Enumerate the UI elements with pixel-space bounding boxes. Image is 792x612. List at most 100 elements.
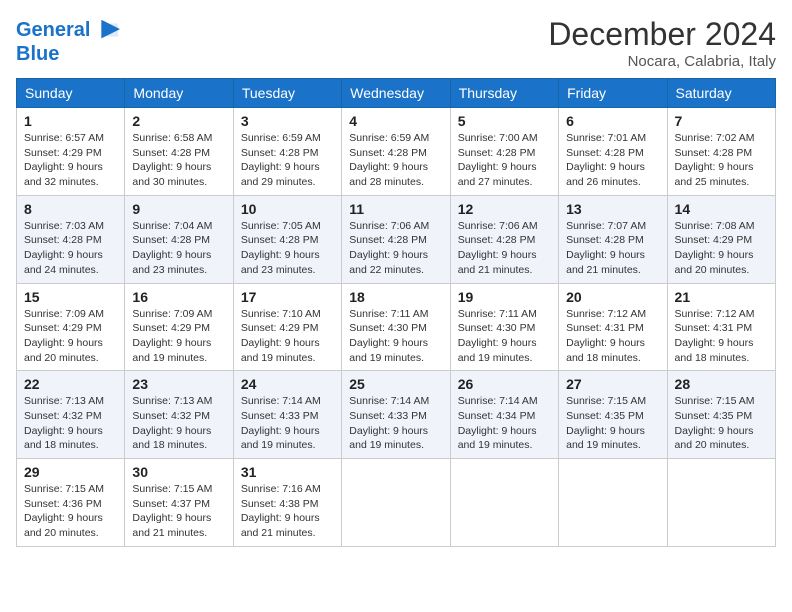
day-info: Sunrise: 7:15 AM Sunset: 4:36 PM Dayligh… <box>24 482 117 541</box>
day-number: 31 <box>241 464 334 480</box>
calendar-cell: 13 Sunrise: 7:07 AM Sunset: 4:28 PM Dayl… <box>559 195 667 283</box>
calendar-cell: 30 Sunrise: 7:15 AM Sunset: 4:37 PM Dayl… <box>125 459 233 547</box>
calendar-cell: 16 Sunrise: 7:09 AM Sunset: 4:29 PM Dayl… <box>125 283 233 371</box>
calendar-cell: 2 Sunrise: 6:58 AM Sunset: 4:28 PM Dayli… <box>125 108 233 196</box>
weekday-header-wednesday: Wednesday <box>342 79 450 108</box>
day-number: 7 <box>675 113 768 129</box>
day-info: Sunrise: 6:58 AM Sunset: 4:28 PM Dayligh… <box>132 131 225 190</box>
day-number: 8 <box>24 201 117 217</box>
day-number: 26 <box>458 376 551 392</box>
day-info: Sunrise: 7:16 AM Sunset: 4:38 PM Dayligh… <box>241 482 334 541</box>
day-number: 10 <box>241 201 334 217</box>
calendar-week-1: 1 Sunrise: 6:57 AM Sunset: 4:29 PM Dayli… <box>17 108 776 196</box>
calendar-cell: 4 Sunrise: 6:59 AM Sunset: 4:28 PM Dayli… <box>342 108 450 196</box>
calendar-cell: 19 Sunrise: 7:11 AM Sunset: 4:30 PM Dayl… <box>450 283 558 371</box>
calendar-cell <box>559 459 667 547</box>
day-number: 22 <box>24 376 117 392</box>
day-info: Sunrise: 7:13 AM Sunset: 4:32 PM Dayligh… <box>132 394 225 453</box>
day-number: 30 <box>132 464 225 480</box>
month-title: December 2024 <box>548 16 776 53</box>
weekday-header-thursday: Thursday <box>450 79 558 108</box>
day-number: 3 <box>241 113 334 129</box>
day-number: 17 <box>241 289 334 305</box>
weekday-header-saturday: Saturday <box>667 79 775 108</box>
day-info: Sunrise: 7:14 AM Sunset: 4:33 PM Dayligh… <box>241 394 334 453</box>
day-info: Sunrise: 6:59 AM Sunset: 4:28 PM Dayligh… <box>241 131 334 190</box>
calendar-cell <box>450 459 558 547</box>
title-block: December 2024 Nocara, Calabria, Italy <box>548 16 776 70</box>
day-number: 1 <box>24 113 117 129</box>
weekday-header-sunday: Sunday <box>17 79 125 108</box>
calendar-week-2: 8 Sunrise: 7:03 AM Sunset: 4:28 PM Dayli… <box>17 195 776 283</box>
day-info: Sunrise: 7:10 AM Sunset: 4:29 PM Dayligh… <box>241 307 334 366</box>
calendar-cell: 31 Sunrise: 7:16 AM Sunset: 4:38 PM Dayl… <box>233 459 341 547</box>
day-info: Sunrise: 7:15 AM Sunset: 4:35 PM Dayligh… <box>675 394 768 453</box>
calendar-week-3: 15 Sunrise: 7:09 AM Sunset: 4:29 PM Dayl… <box>17 283 776 371</box>
day-info: Sunrise: 7:07 AM Sunset: 4:28 PM Dayligh… <box>566 219 659 278</box>
day-info: Sunrise: 7:15 AM Sunset: 4:35 PM Dayligh… <box>566 394 659 453</box>
calendar-cell: 22 Sunrise: 7:13 AM Sunset: 4:32 PM Dayl… <box>17 371 125 459</box>
weekday-header-tuesday: Tuesday <box>233 79 341 108</box>
day-number: 9 <box>132 201 225 217</box>
logo-line1: General <box>16 19 90 41</box>
calendar-cell: 20 Sunrise: 7:12 AM Sunset: 4:31 PM Dayl… <box>559 283 667 371</box>
calendar-cell: 6 Sunrise: 7:01 AM Sunset: 4:28 PM Dayli… <box>559 108 667 196</box>
day-info: Sunrise: 6:57 AM Sunset: 4:29 PM Dayligh… <box>24 131 117 190</box>
day-info: Sunrise: 7:15 AM Sunset: 4:37 PM Dayligh… <box>132 482 225 541</box>
page-header: General Blue December 2024 Nocara, Calab… <box>16 16 776 70</box>
location: Nocara, Calabria, Italy <box>548 53 776 70</box>
day-info: Sunrise: 7:11 AM Sunset: 4:30 PM Dayligh… <box>458 307 551 366</box>
calendar-week-4: 22 Sunrise: 7:13 AM Sunset: 4:32 PM Dayl… <box>17 371 776 459</box>
calendar-week-5: 29 Sunrise: 7:15 AM Sunset: 4:36 PM Dayl… <box>17 459 776 547</box>
calendar-cell: 18 Sunrise: 7:11 AM Sunset: 4:30 PM Dayl… <box>342 283 450 371</box>
day-number: 5 <box>458 113 551 129</box>
day-info: Sunrise: 7:12 AM Sunset: 4:31 PM Dayligh… <box>566 307 659 366</box>
day-number: 2 <box>132 113 225 129</box>
day-info: Sunrise: 7:11 AM Sunset: 4:30 PM Dayligh… <box>349 307 442 366</box>
calendar-cell: 14 Sunrise: 7:08 AM Sunset: 4:29 PM Dayl… <box>667 195 775 283</box>
calendar-table: SundayMondayTuesdayWednesdayThursdayFrid… <box>16 78 776 547</box>
day-info: Sunrise: 6:59 AM Sunset: 4:28 PM Dayligh… <box>349 131 442 190</box>
day-info: Sunrise: 7:14 AM Sunset: 4:34 PM Dayligh… <box>458 394 551 453</box>
day-number: 27 <box>566 376 659 392</box>
calendar-cell: 12 Sunrise: 7:06 AM Sunset: 4:28 PM Dayl… <box>450 195 558 283</box>
calendar-cell: 5 Sunrise: 7:00 AM Sunset: 4:28 PM Dayli… <box>450 108 558 196</box>
calendar-cell: 8 Sunrise: 7:03 AM Sunset: 4:28 PM Dayli… <box>17 195 125 283</box>
day-info: Sunrise: 7:01 AM Sunset: 4:28 PM Dayligh… <box>566 131 659 190</box>
calendar-cell: 11 Sunrise: 7:06 AM Sunset: 4:28 PM Dayl… <box>342 195 450 283</box>
day-number: 12 <box>458 201 551 217</box>
day-number: 29 <box>24 464 117 480</box>
day-number: 4 <box>349 113 442 129</box>
calendar-cell: 17 Sunrise: 7:10 AM Sunset: 4:29 PM Dayl… <box>233 283 341 371</box>
calendar-cell <box>342 459 450 547</box>
day-info: Sunrise: 7:08 AM Sunset: 4:29 PM Dayligh… <box>675 219 768 278</box>
day-info: Sunrise: 7:00 AM Sunset: 4:28 PM Dayligh… <box>458 131 551 190</box>
day-number: 25 <box>349 376 442 392</box>
calendar-cell: 27 Sunrise: 7:15 AM Sunset: 4:35 PM Dayl… <box>559 371 667 459</box>
calendar-cell: 23 Sunrise: 7:13 AM Sunset: 4:32 PM Dayl… <box>125 371 233 459</box>
calendar-cell: 15 Sunrise: 7:09 AM Sunset: 4:29 PM Dayl… <box>17 283 125 371</box>
day-number: 14 <box>675 201 768 217</box>
calendar-cell: 29 Sunrise: 7:15 AM Sunset: 4:36 PM Dayl… <box>17 459 125 547</box>
day-number: 6 <box>566 113 659 129</box>
day-info: Sunrise: 7:09 AM Sunset: 4:29 PM Dayligh… <box>24 307 117 366</box>
day-info: Sunrise: 7:05 AM Sunset: 4:28 PM Dayligh… <box>241 219 334 278</box>
logo-line2: Blue <box>16 44 120 64</box>
day-info: Sunrise: 7:06 AM Sunset: 4:28 PM Dayligh… <box>458 219 551 278</box>
calendar-cell: 26 Sunrise: 7:14 AM Sunset: 4:34 PM Dayl… <box>450 371 558 459</box>
day-number: 23 <box>132 376 225 392</box>
day-info: Sunrise: 7:04 AM Sunset: 4:28 PM Dayligh… <box>132 219 225 278</box>
weekday-header-row: SundayMondayTuesdayWednesdayThursdayFrid… <box>17 79 776 108</box>
calendar-cell: 24 Sunrise: 7:14 AM Sunset: 4:33 PM Dayl… <box>233 371 341 459</box>
logo: General Blue <box>16 16 120 64</box>
calendar-cell: 10 Sunrise: 7:05 AM Sunset: 4:28 PM Dayl… <box>233 195 341 283</box>
calendar-cell: 1 Sunrise: 6:57 AM Sunset: 4:29 PM Dayli… <box>17 108 125 196</box>
day-number: 11 <box>349 201 442 217</box>
calendar-cell <box>667 459 775 547</box>
day-info: Sunrise: 7:03 AM Sunset: 4:28 PM Dayligh… <box>24 219 117 278</box>
day-number: 16 <box>132 289 225 305</box>
day-number: 13 <box>566 201 659 217</box>
calendar-cell: 3 Sunrise: 6:59 AM Sunset: 4:28 PM Dayli… <box>233 108 341 196</box>
day-info: Sunrise: 7:02 AM Sunset: 4:28 PM Dayligh… <box>675 131 768 190</box>
day-info: Sunrise: 7:09 AM Sunset: 4:29 PM Dayligh… <box>132 307 225 366</box>
